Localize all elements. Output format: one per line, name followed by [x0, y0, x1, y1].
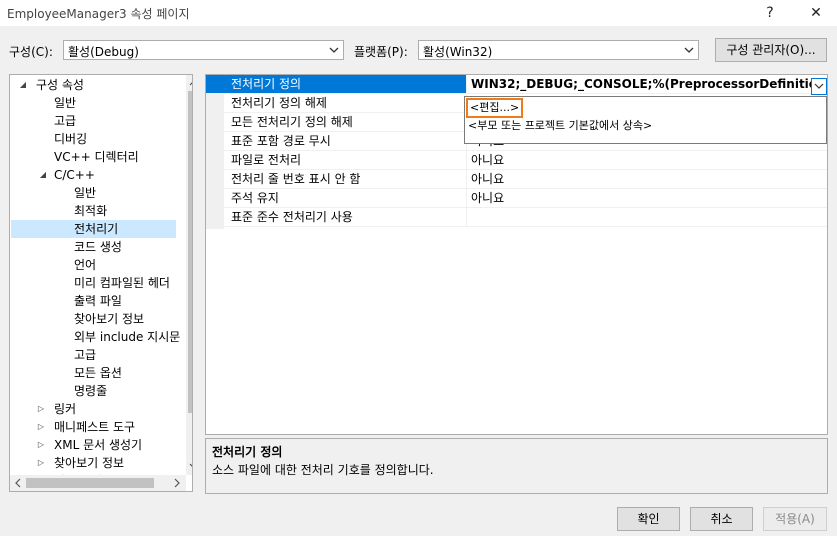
scroll-up-icon[interactable]	[189, 78, 193, 88]
property-value[interactable]: WIN32;_DEBUG;_CONSOLE;%(PreprocessorDefi…	[466, 75, 827, 94]
property-name: 표준 포함 경로 무시	[231, 134, 331, 148]
collapsed-arrow-icon[interactable]: ▷	[36, 418, 46, 436]
property-name: 주석 유지	[231, 191, 279, 205]
tree-item[interactable]: 매니페스트 도구	[54, 418, 135, 436]
collapsed-arrow-icon[interactable]: ▷	[36, 436, 46, 454]
property-name: 모든 전처리기 정의 해제	[231, 115, 353, 129]
cancel-button[interactable]: 취소	[690, 507, 753, 531]
tree-item[interactable]: 일반	[54, 94, 76, 112]
property-name: 표준 준수 전처리기 사용	[231, 210, 353, 224]
tree-horizontal-scrollbar[interactable]	[10, 475, 186, 491]
chevron-down-icon	[814, 83, 824, 89]
tree-item[interactable]: 모든 옵션	[74, 364, 122, 382]
config-manager-button[interactable]: 구성 관리자(O)...	[715, 38, 827, 62]
tree-item[interactable]: 찾아보기 정보	[74, 310, 144, 328]
window-title: EmployeeManager3 속성 페이지	[7, 7, 190, 21]
dropdown-inherit-item[interactable]: <부모 또는 프로젝트 기본값에서 상속>	[468, 117, 652, 135]
tree-item[interactable]: 링커	[54, 400, 76, 418]
tree-item[interactable]: 고급	[54, 112, 76, 130]
chevron-down-icon	[329, 47, 339, 53]
tree-vertical-scrollbar[interactable]	[186, 75, 193, 475]
config-label: 구성(C):	[9, 45, 53, 59]
tree-item[interactable]: 명령줄	[74, 382, 107, 400]
tree-item[interactable]: 디버깅	[54, 130, 87, 148]
property-name: 전처리기 정의 해제	[231, 96, 327, 110]
property-row[interactable]: 파일로 전처리 아니요	[206, 151, 827, 170]
dropdown-edit-item[interactable]: <편집...>	[466, 98, 524, 118]
tree-item[interactable]: C/C++	[54, 166, 95, 184]
tree-item[interactable]: 구성 속성	[36, 76, 84, 94]
tree-item[interactable]: 언어	[74, 256, 96, 274]
tree-item[interactable]: 출력 파일	[74, 292, 122, 310]
platform-label: 플랫폼(P):	[354, 45, 408, 59]
tree-item[interactable]: 고급	[74, 346, 96, 364]
property-row[interactable]: 전처리기 정의 WIN32;_DEBUG;_CONSOLE;%(Preproces…	[206, 75, 827, 94]
apply-button[interactable]: 적용(A)	[763, 507, 827, 531]
ok-button[interactable]: 확인	[617, 507, 680, 531]
tree-hscroll-thumb[interactable]	[26, 478, 154, 488]
platform-combo[interactable]: 활성(Win32)	[418, 40, 699, 60]
tree-item[interactable]: 최적화	[74, 202, 107, 220]
tree-item[interactable]: 찾아보기 정보	[54, 454, 124, 472]
property-row[interactable]: 주석 유지 아니요	[206, 189, 827, 208]
tree-item[interactable]: VC++ 디렉터리	[54, 148, 139, 166]
expanded-arrow-icon[interactable]: ◢	[38, 166, 48, 184]
title-bar: EmployeeManager3 속성 페이지 ? ✕	[0, 0, 837, 26]
description-text: 소스 파일에 대한 전처리 기호를 정의합니다.	[212, 463, 434, 477]
collapsed-arrow-icon[interactable]: ▷	[36, 400, 46, 418]
config-value: 활성(Debug)	[68, 45, 139, 59]
property-row[interactable]: 전처리 줄 번호 표시 안 함 아니요	[206, 170, 827, 189]
chevron-down-icon	[684, 47, 694, 53]
property-value[interactable]: 아니요	[466, 189, 827, 208]
property-value[interactable]: 아니요	[466, 170, 827, 189]
tree-item[interactable]: 미리 컴파일된 헤더	[74, 274, 170, 292]
property-row[interactable]: 표준 준수 전처리기 사용	[206, 208, 827, 227]
tree-item[interactable]: XML 문서 생성기	[54, 436, 142, 454]
config-combo[interactable]: 활성(Debug)	[63, 40, 344, 60]
tree-item[interactable]: 코드 생성	[74, 238, 122, 256]
row-divider	[206, 226, 827, 227]
property-name: 전처리 줄 번호 표시 안 함	[231, 172, 361, 186]
collapsed-arrow-icon[interactable]: ▷	[36, 454, 46, 472]
property-name: 파일로 전처리	[231, 153, 302, 167]
scroll-right-icon[interactable]	[172, 478, 182, 488]
property-name: 전처리기 정의	[206, 75, 466, 94]
help-button[interactable]: ?	[757, 2, 783, 24]
tree-item[interactable]: 외부 include 지시문	[74, 328, 180, 346]
expanded-arrow-icon[interactable]: ◢	[18, 76, 28, 94]
close-button[interactable]: ✕	[803, 2, 829, 24]
tree-item[interactable]: 일반	[74, 184, 96, 202]
value-dropdown-button[interactable]	[811, 78, 827, 95]
property-value[interactable]: 아니요	[466, 151, 827, 170]
description-title: 전처리기 정의	[212, 445, 283, 459]
tree-item[interactable]: 전처리기	[11, 220, 176, 238]
tree-scroll-thumb[interactable]	[188, 91, 192, 413]
value-dropdown-list: <편집...> <부모 또는 프로젝트 기본값에서 상속>	[464, 96, 827, 144]
category-tree: ◢ 구성 속성 일반 고급 디버깅 VC++ 디렉터리 ◢ C/C++ 일반 최적화 전처리기 코드 …	[9, 74, 193, 492]
property-value[interactable]	[466, 208, 827, 227]
description-panel: 전처리기 정의 소스 파일에 대한 전처리 기호를 정의합니다.	[205, 438, 828, 494]
platform-value: 활성(Win32)	[423, 45, 493, 59]
scroll-down-icon[interactable]	[189, 461, 193, 471]
scroll-left-icon[interactable]	[13, 478, 23, 488]
